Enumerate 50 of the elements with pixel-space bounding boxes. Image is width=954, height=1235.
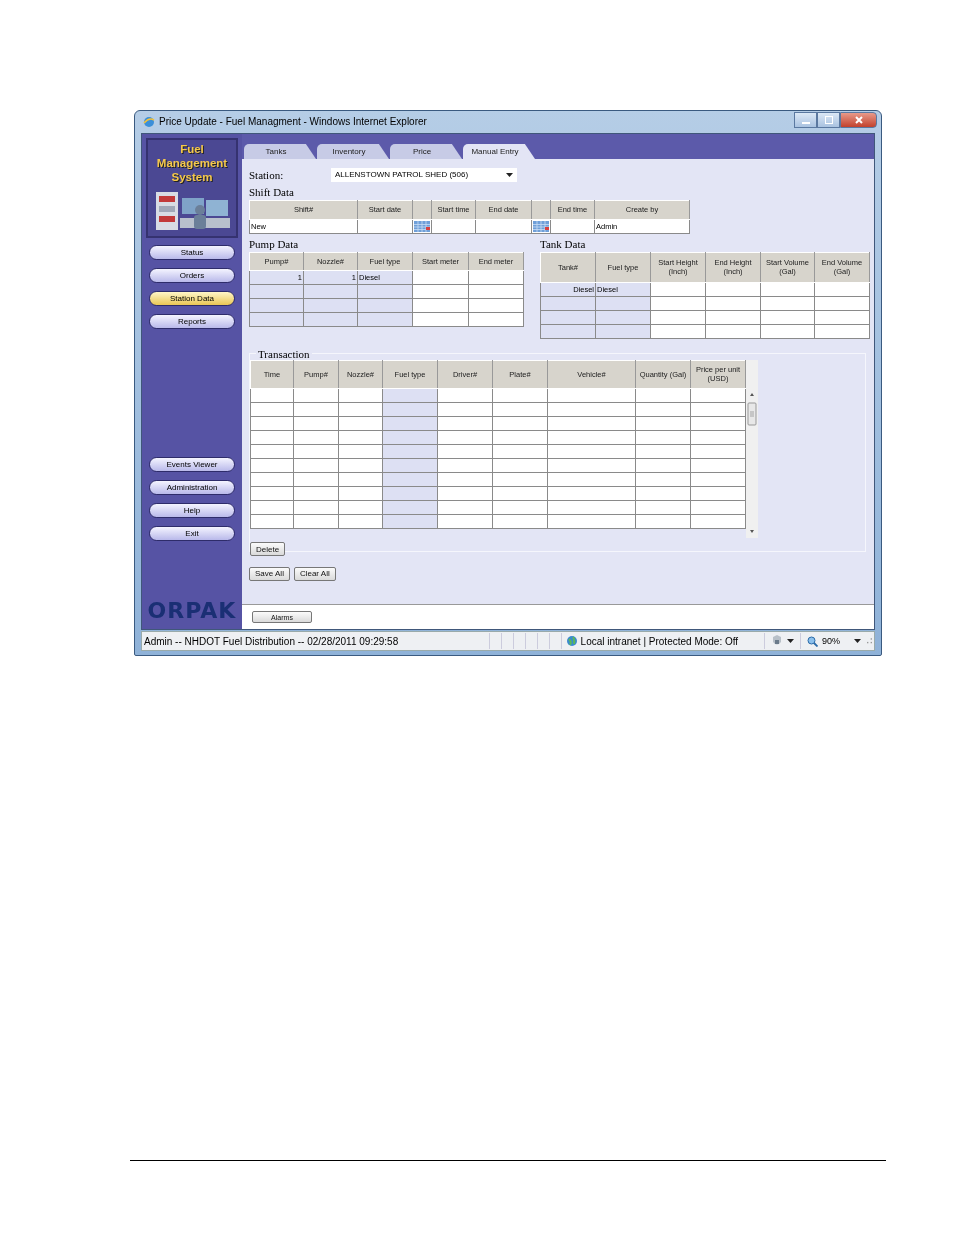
delete-button[interactable]: Delete [250, 542, 286, 557]
logo-text: System [171, 169, 213, 184]
section-title: Transaction [257, 347, 311, 360]
date-picker[interactable] [531, 219, 551, 234]
logo-text: Fuel [180, 141, 204, 156]
globe-icon [565, 635, 578, 648]
table-cell [550, 219, 595, 234]
tab[interactable]: Manual Entry [463, 143, 535, 159]
nav-button[interactable]: Station Data [149, 290, 235, 306]
nav-button[interactable]: Status [149, 244, 235, 260]
scrollbar[interactable] [746, 359, 758, 538]
zoom-button[interactable]: 90% [800, 633, 867, 650]
status-text: Local intranet | Protected Mode: Off [580, 635, 739, 647]
section-title: Shift Data [249, 184, 294, 200]
action-button[interactable]: Clear All [293, 566, 336, 581]
caret-icon [853, 639, 861, 644]
status-text: Admin -- NHDOT Fuel Distribution -- 02/28/2011 09:29:58 [143, 635, 400, 647]
section-title: Tank Data [540, 236, 587, 252]
logo-text: Management [156, 155, 228, 170]
maximize-button[interactable] [817, 112, 840, 128]
nav-button[interactable]: Administration [149, 479, 235, 495]
nav-button[interactable]: Reports [149, 313, 235, 329]
brand-logo: ORPAK [147, 598, 237, 625]
window-title: Price Update - Fuel Managment - Windows Internet Explorer [159, 116, 427, 128]
field-label: Station: [249, 168, 285, 181]
station-dropdown[interactable]: ALLENSTOWN PATROL SHED (506) [331, 167, 517, 182]
date-picker[interactable] [412, 219, 432, 234]
minimize-button[interactable] [794, 112, 817, 128]
close-button[interactable] [840, 112, 877, 128]
resize-grip-icon [866, 638, 873, 645]
calendar-icon [414, 220, 430, 232]
nav-button[interactable]: Orders [149, 267, 235, 283]
caret-icon [506, 172, 513, 177]
calendar-icon [533, 220, 549, 232]
table-cell [431, 219, 476, 234]
close-icon [854, 116, 863, 124]
action-button[interactable]: Save All [249, 566, 290, 581]
browser-icon [143, 115, 155, 128]
table-cell [357, 219, 413, 234]
zoom-icon [807, 635, 818, 647]
caret-icon [787, 639, 794, 644]
nav-button[interactable]: Help [149, 502, 235, 518]
tab[interactable]: Inventory [317, 143, 389, 159]
maximize-icon [824, 116, 833, 124]
table-cell [475, 219, 532, 234]
section-title: Pump Data [249, 236, 300, 252]
tab[interactable]: Price [390, 143, 462, 159]
tab[interactable]: Tanks [244, 143, 316, 159]
nav-button[interactable]: Exit [149, 525, 235, 541]
nav-button[interactable]: Events Viewer [149, 456, 235, 472]
